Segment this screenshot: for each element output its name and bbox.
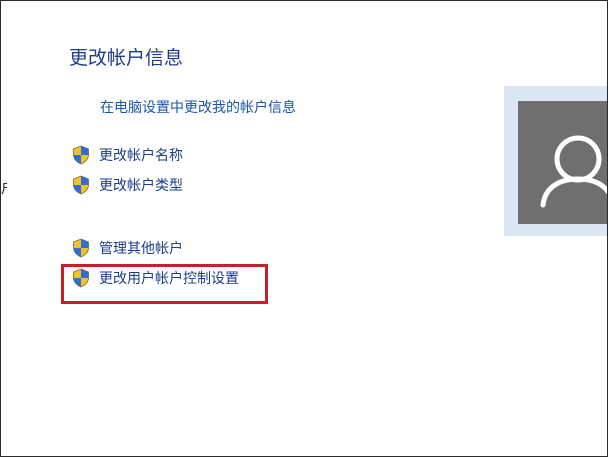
- uac-shield-icon: [73, 238, 89, 258]
- change-account-type-link[interactable]: 更改帐户类型: [71, 174, 183, 196]
- task-label: 更改帐户类型: [99, 178, 183, 194]
- change-account-name-link[interactable]: 更改帐户名称: [71, 144, 183, 166]
- uac-shield-icon: [73, 175, 89, 195]
- task-label: 管理其他帐户: [99, 241, 183, 257]
- user-avatar-icon: [540, 135, 607, 208]
- page-title: 更改帐户信息: [69, 47, 184, 69]
- left-nav-partial-text[interactable]: 户: [1, 178, 7, 198]
- manage-other-accounts-link[interactable]: 管理其他帐户: [71, 237, 183, 259]
- control-panel-window: 户 更改帐户信息 在电脑设置中更改我的帐户信息 更改帐户名称 更改帐户类型 管理…: [0, 0, 608, 457]
- pc-settings-link[interactable]: 在电脑设置中更改我的帐户信息: [100, 97, 296, 117]
- avatar: [518, 101, 607, 224]
- avatar-panel: [504, 86, 607, 236]
- highlight-box: [61, 264, 268, 304]
- task-label: 更改帐户名称: [99, 148, 183, 164]
- uac-shield-icon: [73, 145, 89, 165]
